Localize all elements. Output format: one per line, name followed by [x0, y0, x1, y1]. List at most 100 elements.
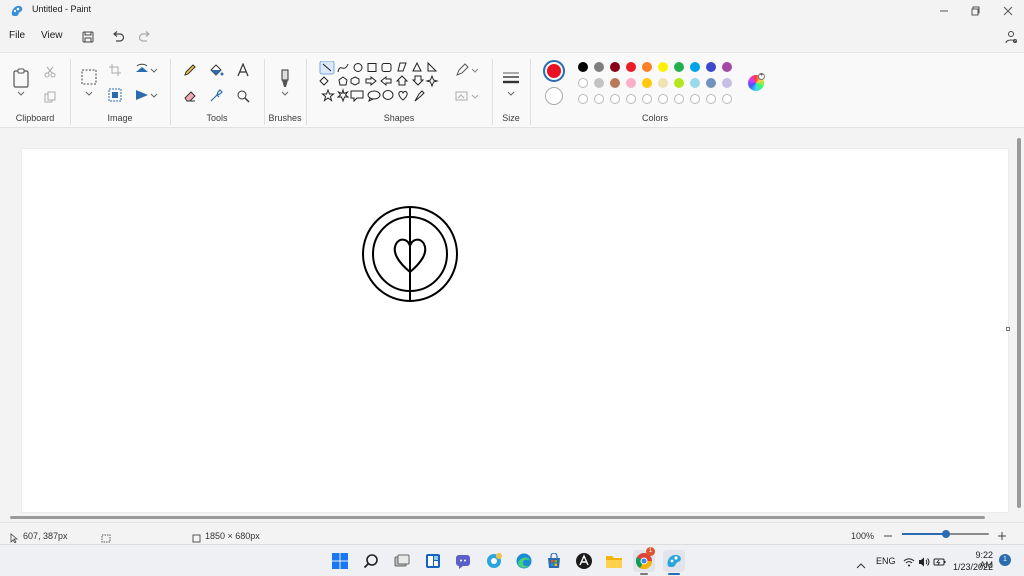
- custom-color-swatch[interactable]: [706, 94, 716, 104]
- vertical-scroll-thumb[interactable]: [1017, 138, 1021, 508]
- custom-color-swatch[interactable]: [610, 94, 620, 104]
- group-label-shapes: Shapes: [383, 113, 415, 123]
- text-icon[interactable]: [234, 61, 252, 79]
- app-logo-icon[interactable]: [573, 550, 595, 572]
- search-icon[interactable]: [360, 550, 382, 572]
- start-windows-icon[interactable]: [329, 550, 351, 572]
- save-icon[interactable]: [79, 28, 97, 46]
- color-swatch[interactable]: [626, 78, 636, 88]
- active-indicator: [668, 573, 680, 575]
- menu-bar: File View: [0, 22, 1024, 52]
- canvas-resize-handle[interactable]: [1006, 327, 1010, 331]
- color-swatch[interactable]: [690, 62, 700, 72]
- task-view-icon[interactable]: [391, 550, 413, 572]
- chevron-up-icon[interactable]: [856, 556, 866, 574]
- cut-icon[interactable]: [41, 63, 59, 81]
- color-swatch[interactable]: [594, 62, 604, 72]
- flip-chevron-down-icon[interactable]: [149, 86, 159, 104]
- color-swatch[interactable]: [578, 78, 588, 88]
- paint-app-icon: [10, 4, 24, 18]
- color-swatch[interactable]: [626, 62, 636, 72]
- edit-colors-icon[interactable]: +: [748, 73, 765, 91]
- pencil-icon[interactable]: [181, 61, 199, 79]
- color-swatch[interactable]: [610, 62, 620, 72]
- custom-color-swatch[interactable]: [626, 94, 636, 104]
- menu-file[interactable]: File: [9, 30, 25, 41]
- chrome-badge: 1: [646, 547, 655, 556]
- custom-color-swatch[interactable]: [594, 94, 604, 104]
- fill-icon[interactable]: [453, 87, 471, 105]
- outline-chevron-down-icon[interactable]: [470, 61, 480, 79]
- brushes-chevron-down-icon[interactable]: [276, 88, 294, 98]
- custom-color-swatch[interactable]: [674, 94, 684, 104]
- color-swatch[interactable]: [722, 62, 732, 72]
- battery-icon[interactable]: [933, 554, 947, 572]
- resize-icon[interactable]: [106, 86, 124, 104]
- paste-icon[interactable]: [11, 67, 31, 89]
- primary-color-button[interactable]: [543, 60, 565, 82]
- drawing-canvas[interactable]: [22, 149, 1008, 512]
- custom-color-swatch[interactable]: [642, 94, 652, 104]
- color-swatch[interactable]: [690, 78, 700, 88]
- paint-colorful-icon[interactable]: [483, 550, 505, 572]
- store-icon[interactable]: [543, 550, 565, 572]
- zoom-slider-thumb[interactable]: [941, 530, 950, 538]
- color-picker-icon[interactable]: [207, 87, 225, 105]
- wifi-icon[interactable]: [903, 554, 915, 572]
- teams-chat-icon[interactable]: [452, 550, 474, 572]
- custom-color-swatch[interactable]: [578, 94, 588, 104]
- color-swatch[interactable]: [642, 78, 652, 88]
- color-swatch[interactable]: [578, 62, 588, 72]
- eraser-icon[interactable]: [181, 87, 199, 105]
- rotate-chevron-down-icon[interactable]: [149, 61, 159, 79]
- widgets-icon[interactable]: [422, 550, 444, 572]
- color-swatch[interactable]: [706, 78, 716, 88]
- paint-taskbar-icon[interactable]: [663, 550, 685, 572]
- color-swatch[interactable]: [674, 78, 684, 88]
- paste-dropdown-chevron-down-icon[interactable]: [12, 88, 30, 98]
- custom-color-swatch[interactable]: [658, 94, 668, 104]
- shapes-gallery: [318, 60, 445, 109]
- notification-badge[interactable]: 1: [999, 554, 1011, 566]
- select-dropdown-chevron-down-icon[interactable]: [80, 88, 98, 98]
- horizontal-scroll-thumb[interactable]: [10, 516, 985, 519]
- menu-view[interactable]: View: [41, 30, 63, 41]
- clock-date[interactable]: 1/23/2022: [952, 562, 993, 572]
- outline-icon[interactable]: [453, 61, 471, 79]
- undo-icon[interactable]: [109, 28, 127, 46]
- edge-browser-icon[interactable]: [513, 550, 535, 572]
- color-swatch[interactable]: [722, 78, 732, 88]
- secondary-color-button[interactable]: [545, 87, 563, 105]
- size-icon[interactable]: [501, 67, 521, 89]
- language-indicator[interactable]: ENG: [876, 556, 896, 566]
- minimize-button[interactable]: [928, 0, 960, 22]
- speaker-icon[interactable]: [918, 554, 930, 572]
- palette-row-custom: [578, 94, 732, 104]
- color-swatch[interactable]: [610, 78, 620, 88]
- magnifier-icon[interactable]: [234, 87, 252, 105]
- select-icon[interactable]: [79, 66, 99, 88]
- copy-icon[interactable]: [41, 88, 59, 106]
- color-swatch[interactable]: [674, 62, 684, 72]
- taskbar: 1 ENG 9:22 AM 1/23/2022 1: [0, 544, 1024, 576]
- crop-icon[interactable]: [106, 61, 124, 79]
- maximize-button[interactable]: [960, 0, 992, 22]
- color-swatch[interactable]: [642, 62, 652, 72]
- color-swatch[interactable]: [658, 78, 668, 88]
- size-chevron-down-icon[interactable]: [502, 88, 520, 98]
- color-swatch[interactable]: [706, 62, 716, 72]
- color-swatch[interactable]: [658, 62, 668, 72]
- custom-color-swatch[interactable]: [722, 94, 732, 104]
- brush-icon[interactable]: [275, 67, 295, 89]
- redo-icon[interactable]: [136, 28, 154, 46]
- custom-color-swatch[interactable]: [690, 94, 700, 104]
- color-swatch[interactable]: [594, 78, 604, 88]
- fill-bucket-icon[interactable]: [207, 61, 225, 79]
- chrome-icon[interactable]: 1: [633, 547, 655, 572]
- settings-icon[interactable]: [1002, 28, 1020, 46]
- file-explorer-icon[interactable]: [603, 550, 625, 572]
- window-title: Untitled - Paint: [32, 4, 92, 14]
- zoom-level[interactable]: 100%: [851, 531, 874, 541]
- fill-chevron-down-icon[interactable]: [470, 87, 480, 105]
- close-button[interactable]: [992, 0, 1024, 22]
